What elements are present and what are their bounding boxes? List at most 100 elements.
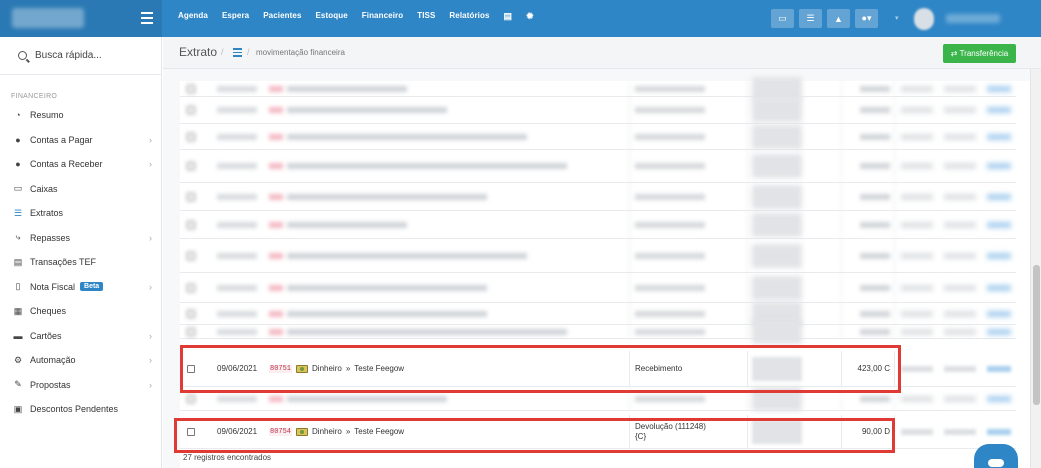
row-checkbox-cell[interactable] bbox=[187, 325, 196, 338]
nav-pacientes[interactable]: Pacientes bbox=[263, 11, 301, 22]
transfer-button[interactable]: ⇄ Transferência bbox=[943, 44, 1016, 63]
row-checkbox-cell[interactable] bbox=[187, 183, 196, 210]
table-row[interactable] bbox=[180, 76, 1016, 101]
chat-widget-button[interactable] bbox=[974, 444, 1018, 468]
table-row[interactable] bbox=[180, 273, 1016, 303]
database-icon[interactable]: ▤ bbox=[504, 11, 513, 22]
row-checkbox[interactable] bbox=[187, 132, 195, 141]
scrollbar[interactable] bbox=[1030, 69, 1041, 468]
row-checkbox-cell[interactable] bbox=[187, 211, 196, 238]
redacted-box bbox=[752, 243, 802, 268]
gear-icon[interactable]: ✹ bbox=[526, 11, 534, 22]
nav-tiss[interactable]: TISS bbox=[417, 11, 435, 22]
sidebar-item[interactable]: ☰ Extratos bbox=[0, 201, 162, 226]
sidebar-item[interactable]: ● Contas a Receber › bbox=[0, 152, 162, 177]
circle-icon: ● bbox=[15, 159, 21, 170]
sidebar-item[interactable]: ● Contas a Pagar › bbox=[0, 128, 162, 153]
inbox-icon[interactable]: ▭ bbox=[771, 9, 794, 28]
sidebar-item[interactable]: ✎ Propostas › bbox=[0, 373, 162, 398]
row-checkbox[interactable] bbox=[187, 220, 195, 229]
sidebar-item[interactable]: ▦ Cheques bbox=[0, 299, 162, 324]
quick-search[interactable]: Busca rápida... bbox=[0, 37, 162, 75]
sidebar-item[interactable]: ▬ Cartões › bbox=[0, 324, 162, 349]
table-row[interactable] bbox=[180, 239, 1016, 273]
balance-cell bbox=[896, 124, 1016, 149]
row-checkbox-cell[interactable] bbox=[187, 303, 196, 324]
sidebar-item[interactable]: ▣ Descontos Pendentes bbox=[0, 397, 162, 422]
app-logo[interactable] bbox=[0, 0, 162, 37]
table-row[interactable] bbox=[180, 301, 1016, 326]
chat-icon[interactable]: ●▾ bbox=[855, 9, 878, 28]
edit-link[interactable] bbox=[986, 395, 1011, 402]
sidebar-item[interactable]: ◔ Resumo bbox=[0, 103, 162, 128]
edit-link[interactable] bbox=[986, 133, 1011, 140]
row-checkbox-cell[interactable] bbox=[187, 239, 196, 272]
row-checkbox-cell[interactable] bbox=[187, 415, 196, 448]
scrollbar-thumb[interactable] bbox=[1033, 265, 1040, 405]
edit-link[interactable] bbox=[986, 85, 1011, 92]
nav-estoque[interactable]: Estoque bbox=[316, 11, 348, 22]
nav-espera[interactable]: Espera bbox=[222, 11, 249, 22]
sidebar-item[interactable]: ▭ Caixas bbox=[0, 177, 162, 202]
table-row[interactable]: 09/06/2021 80754 Dinheiro» Teste Feegow Devo… bbox=[180, 415, 1016, 449]
edit-link[interactable] bbox=[986, 107, 1011, 113]
sidebar-item[interactable]: ▤ Transações TEF bbox=[0, 250, 162, 275]
row-checkbox-cell[interactable] bbox=[187, 351, 196, 386]
row-checkbox[interactable] bbox=[187, 84, 195, 93]
nav-relatorios[interactable]: Relatórios bbox=[449, 11, 489, 22]
edit-link[interactable] bbox=[986, 365, 1011, 372]
edit-link[interactable] bbox=[986, 221, 1011, 228]
value-placeholder bbox=[860, 193, 890, 200]
sidebar-item[interactable]: ▯ Nota Fiscal Beta › bbox=[0, 275, 162, 300]
row-checkbox[interactable] bbox=[187, 251, 195, 260]
row-checkbox-cell[interactable] bbox=[187, 150, 196, 182]
row-checkbox[interactable] bbox=[187, 427, 195, 436]
dropdown-icon[interactable]: ▾ bbox=[895, 14, 899, 22]
avatar[interactable] bbox=[914, 8, 934, 30]
user-name[interactable] bbox=[946, 14, 1000, 23]
table-row[interactable] bbox=[180, 124, 1016, 150]
nav-financeiro[interactable]: Financeiro bbox=[362, 11, 403, 22]
table-row[interactable] bbox=[180, 183, 1016, 211]
sidebar-item[interactable]: ⚙ Automação › bbox=[0, 348, 162, 373]
edit-link[interactable] bbox=[986, 193, 1011, 200]
row-checkbox[interactable] bbox=[187, 394, 195, 403]
value-placeholder bbox=[860, 107, 890, 113]
table-row[interactable]: 09/06/2021 80751 Dinheiro» Teste Feegow Rece… bbox=[180, 351, 1016, 387]
type-placeholder bbox=[635, 221, 705, 228]
nav-agenda[interactable]: Agenda bbox=[178, 11, 208, 22]
edit-link[interactable] bbox=[986, 428, 1011, 435]
row-checkbox[interactable] bbox=[187, 309, 195, 318]
row-checkbox-cell[interactable] bbox=[187, 387, 196, 410]
sidebar-item[interactable]: ⤷ Repasses › bbox=[0, 226, 162, 251]
edit-link[interactable] bbox=[986, 252, 1011, 259]
table-row[interactable] bbox=[180, 97, 1016, 124]
row-checkbox[interactable] bbox=[187, 106, 195, 114]
table-row[interactable] bbox=[180, 211, 1016, 239]
table-row[interactable] bbox=[180, 386, 1016, 411]
list-icon[interactable]: ☰ bbox=[799, 9, 822, 28]
account-cell bbox=[747, 386, 841, 411]
row-checkbox-cell[interactable] bbox=[187, 97, 196, 123]
row-checkbox[interactable] bbox=[187, 162, 195, 170]
type-cell bbox=[629, 150, 747, 182]
table-row[interactable] bbox=[180, 150, 1016, 183]
code-placeholder bbox=[269, 163, 283, 169]
menu-toggle-icon[interactable] bbox=[141, 12, 153, 24]
bell-icon[interactable]: ▲ bbox=[827, 9, 850, 28]
balance-cell bbox=[896, 387, 1016, 410]
table-row[interactable] bbox=[180, 319, 1016, 344]
edit-link[interactable] bbox=[986, 328, 1011, 335]
transaction-type: Recebimento bbox=[635, 363, 683, 373]
list-icon[interactable] bbox=[233, 48, 242, 59]
row-checkbox[interactable] bbox=[187, 283, 195, 292]
row-checkbox[interactable] bbox=[187, 327, 195, 336]
row-checkbox-cell[interactable] bbox=[187, 81, 196, 96]
row-checkbox[interactable] bbox=[187, 364, 195, 373]
row-checkbox[interactable] bbox=[187, 192, 195, 201]
row-checkbox-cell[interactable] bbox=[187, 124, 196, 149]
edit-link[interactable] bbox=[986, 163, 1011, 169]
edit-link[interactable] bbox=[986, 284, 1011, 291]
edit-link[interactable] bbox=[986, 310, 1011, 317]
row-checkbox-cell[interactable] bbox=[187, 273, 196, 302]
